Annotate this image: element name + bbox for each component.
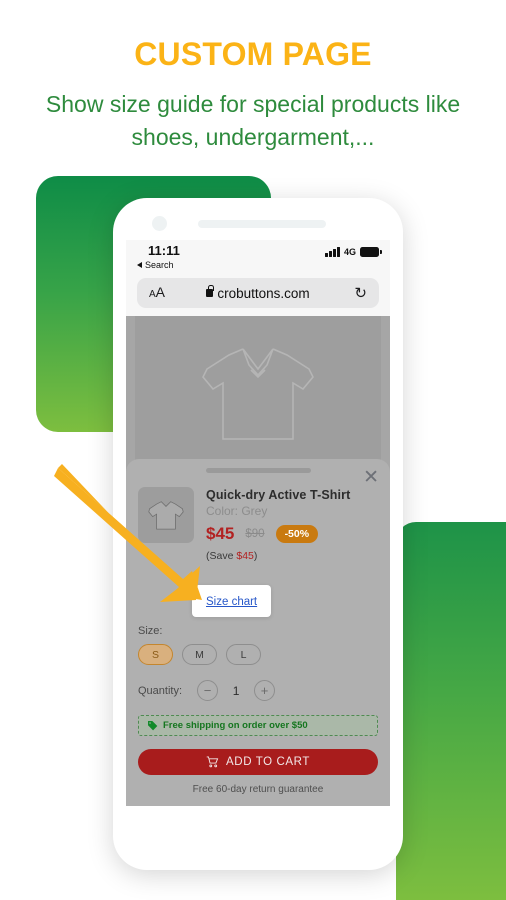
status-bar: 11:11 Search 4G <box>126 240 390 278</box>
mobile-browser: 11:11 Search 4G AA crobuttons.com ↻ ✕ Qu… <box>126 240 390 806</box>
current-price: $45 <box>206 524 235 543</box>
discount-badge: -50% <box>275 525 319 543</box>
quantity-controls: − 1 + <box>197 680 276 701</box>
savings-amount: $45 <box>236 550 254 562</box>
plus-icon[interactable]: + <box>254 680 276 701</box>
size-label: Size: <box>138 625 163 637</box>
savings-suffix: ) <box>253 550 258 562</box>
network-type-label: 4G <box>343 247 356 257</box>
tshirt-thumbnail[interactable] <box>138 487 194 543</box>
signal-bars-icon <box>325 247 340 257</box>
size-option-l[interactable]: L <box>226 644 261 665</box>
page-title: CUSTOM PAGE <box>134 36 372 72</box>
status-back-to-search[interactable]: Search <box>137 260 174 270</box>
drag-handle-icon[interactable] <box>205 468 311 473</box>
product-summary: Quick-dry Active T-Shirt Color: Grey $45… <box>138 487 378 562</box>
product-bottom-sheet: ✕ Quick-dry Active T-Shirt Color: Grey $… <box>126 459 390 806</box>
page-content-dimmed: ✕ Quick-dry Active T-Shirt Color: Grey $… <box>126 316 390 806</box>
quantity-value[interactable]: 1 <box>232 684 240 698</box>
earpiece-speaker <box>198 220 326 228</box>
free-shipping-text: Free shipping on order over $50 <box>163 720 308 731</box>
status-back-label: Search <box>145 260 174 270</box>
shopping-cart-icon <box>206 756 219 768</box>
quantity-label: Quantity: <box>138 684 183 697</box>
tshirt-icon <box>148 501 184 530</box>
add-to-cart-label: ADD TO CART <box>226 756 310 768</box>
free-shipping-banner: Free shipping on order over $50 <box>138 715 378 736</box>
size-option-m[interactable]: M <box>182 644 217 665</box>
size-chart-link[interactable]: Size chart <box>206 596 257 608</box>
size-chart-highlight-card[interactable]: Size chart <box>192 585 272 617</box>
phone-mockup: 11:11 Search 4G AA crobuttons.com ↻ ✕ Qu… <box>113 198 403 870</box>
status-time: 11:11 <box>148 243 180 258</box>
add-to-cart-button[interactable]: ADD TO CART <box>138 749 378 775</box>
size-option-s[interactable]: S <box>138 644 173 665</box>
original-price: $90 <box>245 528 265 540</box>
size-selector: Size: S M L <box>138 625 378 665</box>
battery-full-icon <box>360 247 382 257</box>
reload-icon[interactable]: ↻ <box>354 284 367 302</box>
address-bar-url: crobuttons.com <box>217 285 310 301</box>
quantity-stepper: Quantity: − 1 + <box>138 680 378 701</box>
size-options: S M L <box>138 644 378 665</box>
product-info: Quick-dry Active T-Shirt Color: Grey $45… <box>206 487 378 562</box>
price-row: $45 $90 -50% <box>206 524 378 544</box>
savings-note: (Save $45) <box>206 550 378 562</box>
page-subtitle: Show size guide for special products lik… <box>45 91 461 150</box>
minus-icon[interactable]: − <box>197 680 219 701</box>
tag-icon <box>148 721 158 731</box>
triangle-left-icon <box>137 262 142 268</box>
product-title: Quick-dry Active T-Shirt <box>206 488 351 502</box>
promo-graphic: CUSTOM PAGE Show size guide for special … <box>0 0 506 900</box>
status-indicators: 4G <box>325 247 382 257</box>
close-icon[interactable]: ✕ <box>363 468 379 487</box>
return-guarantee-note: Free 60-day return guarantee <box>192 784 324 795</box>
decorative-green-block-right <box>396 522 506 900</box>
polo-shirt-outline-icon <box>202 348 314 440</box>
lock-icon <box>206 285 214 297</box>
product-color: Color: Grey <box>206 504 268 518</box>
savings-prefix: (Save <box>206 550 237 562</box>
browser-address-bar[interactable]: AA crobuttons.com ↻ <box>137 278 379 308</box>
product-hero-image <box>135 316 381 474</box>
address-bar-url-group: crobuttons.com <box>137 285 379 301</box>
front-camera-icon <box>152 216 167 231</box>
